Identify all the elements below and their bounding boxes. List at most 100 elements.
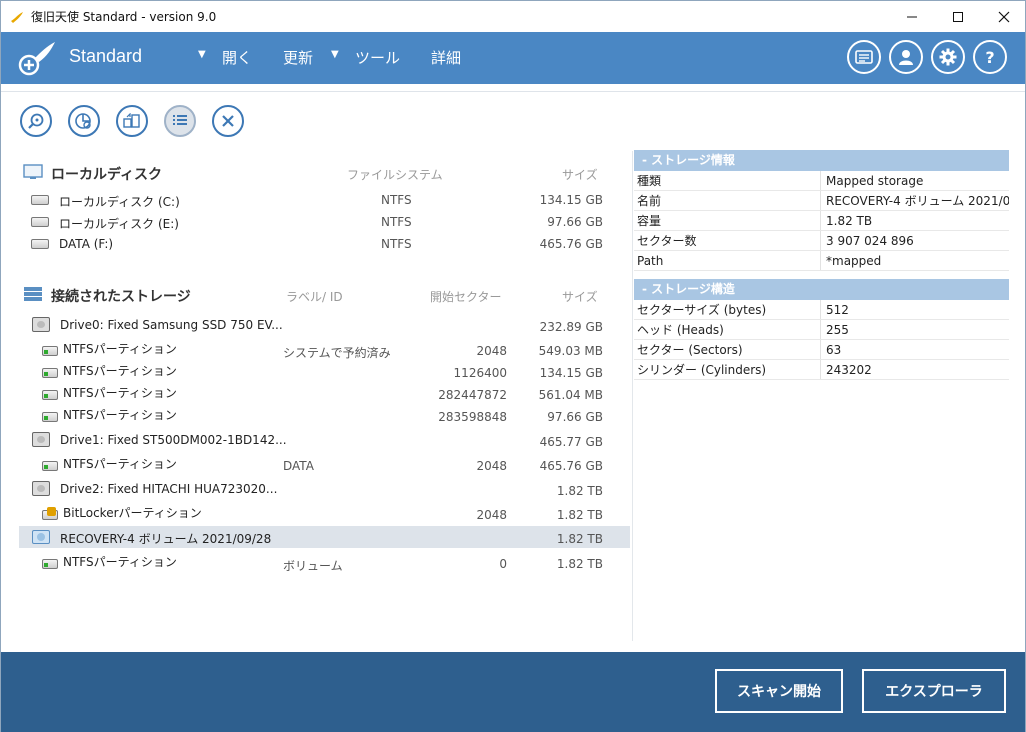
storage-size: 1.82 TB	[556, 508, 603, 522]
property-value: 63	[826, 343, 842, 357]
local-disk-row[interactable]: ローカルディスク (E:) NTFS 97.66 GB	[19, 211, 630, 233]
col-label-id: ラベル/ ID	[286, 290, 343, 304]
partition-row[interactable]: NTFSパーティション システムで予約済み 2048 549.03 MB	[19, 338, 630, 360]
storage-start-sector: 0	[499, 557, 507, 571]
storage-heading: 接続されたストレージ	[51, 289, 191, 305]
storage-label: DATA	[283, 459, 314, 473]
status-dot-icon	[44, 416, 48, 420]
local-disk-row[interactable]: ローカルディスク (C:) NTFS 134.15 GB	[19, 189, 630, 211]
menu-refresh[interactable]: 更新	[283, 47, 313, 68]
open-arrow-icon[interactable]: ▼	[198, 49, 206, 60]
chart-button[interactable]	[68, 105, 100, 137]
property-value: 3 907 024 896	[826, 234, 914, 248]
storage-name: BitLockerパーティション	[63, 506, 202, 520]
drive-icon	[32, 317, 50, 332]
property-row: シリンダー (Cylinders) 243202	[634, 360, 1009, 380]
drive-icon	[32, 481, 50, 496]
partition-row[interactable]: NTFSパーティション DATA 2048 465.76 GB	[19, 453, 630, 475]
property-value: 243202	[826, 363, 872, 377]
search-button[interactable]	[20, 105, 52, 137]
hard-disk-icon	[31, 195, 49, 205]
help-button[interactable]: ?	[973, 40, 1007, 74]
partition-row[interactable]: RECOVERY-4 ボリューム 2021/09/28 1.82 TB	[19, 526, 630, 548]
col-storage-size: サイズ	[562, 290, 598, 304]
storage-name: NTFSパーティション	[63, 408, 177, 422]
partition-row[interactable]: NTFSパーティション 1126400 134.15 GB	[19, 360, 630, 382]
disk-name: DATA (F:)	[59, 237, 114, 251]
storage-name: NTFSパーティション	[63, 364, 177, 378]
drive-row[interactable]: Drive0: Fixed Samsung SSD 750 EV... 232.8…	[19, 314, 630, 336]
storage-name: Drive0: Fixed Samsung SSD 750 EV...	[60, 318, 283, 332]
pie-chart-icon	[75, 113, 91, 129]
bottom-bar: スキャン開始 エクスプローラ	[1, 652, 1025, 732]
close-window-button[interactable]	[981, 1, 1026, 32]
property-key: セクター数	[634, 231, 821, 250]
drive-row[interactable]: Drive2: Fixed HITACHI HUA723020... 1.82 T…	[19, 478, 630, 500]
col-start-sector: 開始セクター	[430, 290, 502, 304]
start-scan-button[interactable]: スキャン開始	[715, 669, 843, 713]
property-value: Mapped storage	[826, 174, 924, 188]
maximize-button[interactable]	[935, 1, 981, 32]
property-row: セクターサイズ (bytes) 512	[634, 300, 1009, 320]
menu-bar: Standard ▼ 開く 更新 ▼ ツール 詳細 ?	[1, 32, 1025, 84]
copy-icon	[123, 113, 140, 128]
list-button[interactable]	[164, 105, 196, 137]
card-icon	[855, 50, 873, 64]
disk-filesystem: NTFS	[381, 193, 412, 207]
cancel-button[interactable]	[212, 105, 244, 137]
partition-row[interactable]: NTFSパーティション 282447872 561.04 MB	[19, 382, 630, 404]
property-row: 容量 1.82 TB	[634, 211, 1009, 231]
title-bar: 復旧天使 Standard - version 9.0	[1, 1, 1025, 32]
property-row: 種類 Mapped storage	[634, 171, 1009, 191]
storage-size: 97.66 GB	[547, 410, 603, 424]
status-dot-icon	[44, 394, 48, 398]
status-dot-icon	[44, 465, 48, 469]
drive-icon	[32, 432, 50, 447]
local-disk-row[interactable]: DATA (F:) NTFS 465.76 GB	[19, 233, 630, 255]
user-button[interactable]	[889, 40, 923, 74]
menu-tools[interactable]: ツール	[355, 47, 400, 68]
storage-info-table: - ストレージ情報 種類 Mapped storage 名前 RECOVERY-4 ボ…	[634, 150, 1009, 271]
explorer-button[interactable]: エクスプローラ	[862, 669, 1006, 713]
property-key: 容量	[634, 211, 821, 230]
col-filesystem: ファイルシステム	[347, 168, 443, 182]
mapped-storage-icon	[32, 530, 50, 544]
locked-partition-icon	[42, 507, 58, 520]
drive-row[interactable]: Drive1: Fixed ST500DM002-1BD142... 465.77…	[19, 429, 630, 451]
hard-disk-icon	[31, 239, 49, 249]
storage-size: 549.03 MB	[538, 344, 603, 358]
property-key: ヘッド (Heads)	[634, 320, 821, 339]
disk-name: ローカルディスク (C:)	[59, 195, 180, 209]
partition-row[interactable]: BitLockerパーティション 2048 1.82 TB	[19, 502, 630, 524]
storage-start-sector: 283598848	[438, 410, 507, 424]
storage-size: 561.04 MB	[538, 388, 603, 402]
app-window: 復旧天使 Standard - version 9.0 Standard ▼ 開…	[0, 0, 1026, 732]
col-size: サイズ	[562, 168, 598, 182]
card-button[interactable]	[847, 40, 881, 74]
disk-filesystem: NTFS	[381, 215, 412, 229]
property-key: セクター (Sectors)	[634, 340, 821, 359]
storage-structure-header[interactable]: - ストレージ構造	[634, 279, 1009, 300]
minimize-button[interactable]	[889, 1, 935, 32]
menu-open[interactable]: 開く	[222, 47, 252, 68]
storage-size: 465.77 GB	[539, 435, 603, 449]
partition-row[interactable]: NTFSパーティション 283598848 97.66 GB	[19, 404, 630, 426]
menu-details[interactable]: 詳細	[431, 47, 461, 68]
copy-button[interactable]	[116, 105, 148, 137]
disk-filesystem: NTFS	[381, 237, 412, 251]
storage-size: 1.82 TB	[556, 557, 603, 571]
user-icon	[899, 50, 913, 65]
settings-button[interactable]	[931, 40, 965, 74]
partition-icon	[42, 559, 58, 569]
storage-size: 1.82 TB	[556, 484, 603, 498]
storage-start-sector: 282447872	[438, 388, 507, 402]
storage-name: NTFSパーティション	[63, 555, 177, 569]
property-key: 名前	[634, 191, 821, 210]
list-icon	[173, 115, 187, 125]
partition-icon	[42, 346, 58, 356]
tools-arrow-icon[interactable]: ▼	[331, 49, 339, 60]
storage-name: Drive1: Fixed ST500DM002-1BD142...	[60, 433, 287, 447]
storage-info-header[interactable]: - ストレージ情報	[634, 150, 1009, 171]
brand-label: Standard	[69, 46, 143, 66]
partition-row[interactable]: NTFSパーティション ボリューム 0 1.82 TB	[19, 551, 630, 573]
